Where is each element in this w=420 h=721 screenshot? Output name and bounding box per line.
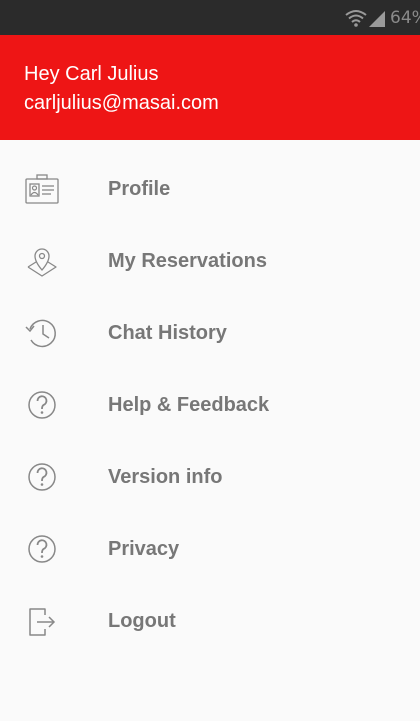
menu-item-label: Profile	[108, 178, 171, 200]
logout-icon	[24, 603, 60, 639]
menu-item-privacy[interactable]: Privacy	[0, 513, 420, 585]
wifi-icon	[344, 8, 368, 28]
menu-item-my-reservations[interactable]: My Reservations	[0, 225, 420, 297]
battery-percentage: 64%	[390, 8, 420, 28]
menu-item-logout[interactable]: Logout	[0, 585, 420, 657]
menu-item-label: Version info	[108, 466, 223, 488]
id-card-icon	[24, 171, 60, 207]
drawer-menu: Profile My Reservations Chat History Hel…	[0, 153, 420, 657]
menu-item-label: Chat History	[108, 322, 227, 344]
menu-item-profile[interactable]: Profile	[0, 153, 420, 225]
cellular-signal-icon	[368, 8, 386, 28]
menu-item-label: My Reservations	[108, 250, 267, 272]
help-icon	[24, 531, 60, 567]
help-icon	[24, 459, 60, 495]
help-icon	[24, 387, 60, 423]
map-pin-icon	[24, 243, 60, 279]
menu-item-label: Logout	[108, 610, 176, 632]
menu-item-chat-history[interactable]: Chat History	[0, 297, 420, 369]
status-icons: 64%	[344, 6, 420, 30]
menu-item-label: Privacy	[108, 538, 180, 560]
user-email: carljulius@masai.com	[24, 92, 219, 114]
menu-item-label: Help & Feedback	[108, 394, 270, 416]
history-icon	[24, 315, 60, 351]
menu-item-help-feedback[interactable]: Help & Feedback	[0, 369, 420, 441]
user-greeting: Hey Carl Julius	[24, 63, 159, 85]
status-bar: 64%	[0, 0, 420, 35]
drawer-header: Hey Carl Julius carljulius@masai.com	[0, 35, 420, 140]
menu-item-version-info[interactable]: Version info	[0, 441, 420, 513]
